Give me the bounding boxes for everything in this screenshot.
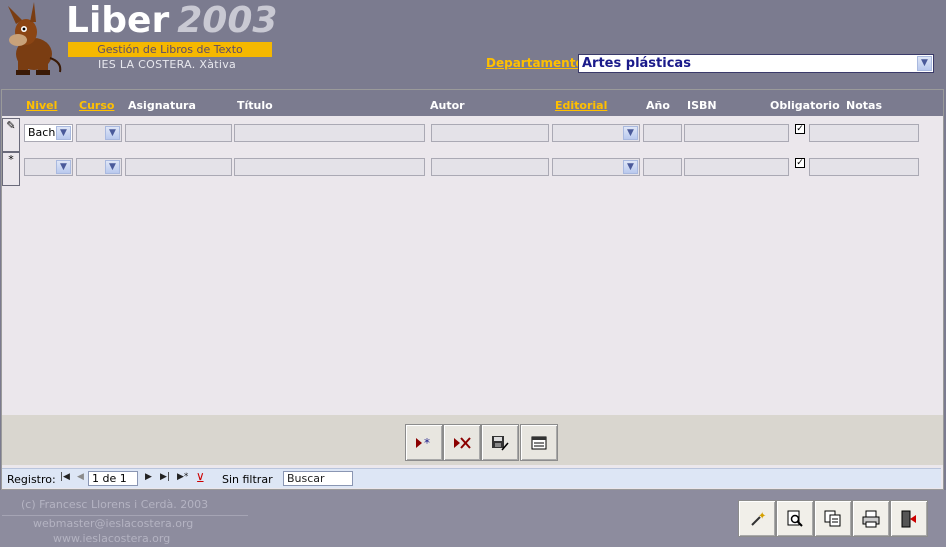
previous-record-icon[interactable]: ◀ <box>77 472 84 482</box>
column-header-asignatura: Asignatura <box>128 99 196 112</box>
save-record-icon <box>492 435 509 450</box>
new-record-nav-icon[interactable]: ▶* <box>177 472 188 482</box>
chevron-down-icon[interactable]: ▼ <box>105 160 120 174</box>
filter-status[interactable]: Sin filtrar <box>222 473 273 486</box>
wizard-button[interactable]: ✦ <box>738 500 776 537</box>
app-year: 2003 <box>177 0 278 41</box>
footer-divider <box>2 515 248 516</box>
asignatura-field[interactable] <box>125 124 232 142</box>
chevron-down-icon[interactable]: ▼ <box>917 56 932 71</box>
row-selector-new[interactable]: * <box>2 152 20 186</box>
app-subtitle: Gestión de Libros de Texto <box>68 42 272 57</box>
titulo-field[interactable] <box>234 124 425 142</box>
column-header-notas: Notas <box>846 99 882 112</box>
pencil-icon: ✎ <box>6 119 16 132</box>
app-title: Liber 2003 <box>66 0 277 42</box>
editorial-combo[interactable]: ▼ <box>552 124 640 142</box>
copy-report-icon <box>824 510 841 526</box>
chevron-down-icon[interactable]: ▼ <box>623 160 638 174</box>
exit-icon <box>901 510 916 527</box>
exit-button[interactable] <box>890 500 928 537</box>
department-value: Artes plásticas <box>582 56 691 71</box>
record-label: Registro: <box>7 473 56 486</box>
form-view-button[interactable] <box>520 424 558 461</box>
anio-field[interactable] <box>643 124 682 142</box>
next-record-icon[interactable]: ▶ <box>145 472 152 482</box>
notas-field[interactable] <box>809 158 919 176</box>
column-header-isbn: ISBN <box>687 99 717 112</box>
column-header-autor: Autor <box>430 99 465 112</box>
nivel-combo[interactable]: ▼ <box>24 158 73 176</box>
editorial-combo[interactable]: ▼ <box>552 158 640 176</box>
column-header-anio: Año <box>646 99 670 112</box>
curso-combo[interactable]: ▼ <box>76 124 122 142</box>
column-header-titulo: Título <box>237 99 273 112</box>
notas-field[interactable] <box>809 124 919 142</box>
column-header-obligatorio: Obligatorio <box>770 99 840 112</box>
obligatorio-checkbox[interactable]: ✓ <box>795 158 805 168</box>
first-record-icon[interactable]: |◀ <box>60 472 70 482</box>
filter-icon[interactable]: ⊻ <box>196 471 205 485</box>
column-header-nivel[interactable]: Nivel <box>26 99 57 112</box>
column-header-editorial[interactable]: Editorial <box>555 99 607 112</box>
svg-text:✦: ✦ <box>758 511 766 522</box>
chevron-down-icon[interactable]: ▼ <box>105 126 120 140</box>
chevron-down-icon[interactable]: ▼ <box>56 126 71 140</box>
department-select[interactable]: Artes plásticas ▼ <box>578 54 934 73</box>
school-name: IES LA COSTERA. Xàtiva <box>98 58 237 71</box>
print-preview-icon <box>787 510 803 527</box>
webmaster-email[interactable]: webmaster@ieslacostera.org <box>33 517 193 530</box>
search-input[interactable]: Buscar <box>283 471 353 486</box>
nivel-value: Bach <box>28 126 56 139</box>
chevron-down-icon[interactable]: ▼ <box>623 126 638 140</box>
copy-report-button[interactable] <box>814 500 852 537</box>
anio-field[interactable] <box>643 158 682 176</box>
delete-record-icon <box>454 436 471 449</box>
wizard-icon: ✦ <box>751 511 766 526</box>
autor-field[interactable] <box>431 124 549 142</box>
form-view-icon <box>531 436 547 449</box>
asterisk-icon: * <box>8 153 14 166</box>
autor-field[interactable] <box>431 158 549 176</box>
last-record-icon[interactable]: ▶| <box>160 472 170 482</box>
column-header-curso[interactable]: Curso <box>79 99 114 112</box>
new-record-icon: * <box>416 436 430 450</box>
curso-combo[interactable]: ▼ <box>76 158 122 176</box>
record-navigation-bar: Registro: |◀ ◀ 1 de 1 ▶ ▶| ▶* ⊻ Sin filt… <box>2 468 941 488</box>
delete-record-button[interactable] <box>443 424 481 461</box>
copyright-text: (c) Francesc Llorens i Cerdà. 2003 <box>21 498 209 511</box>
print-button[interactable] <box>852 500 890 537</box>
department-label[interactable]: Departamento <box>486 56 584 70</box>
record-position[interactable]: 1 de 1 <box>88 471 138 486</box>
isbn-field[interactable] <box>684 158 789 176</box>
svg-text:*: * <box>424 436 430 450</box>
asignatura-field[interactable] <box>125 158 232 176</box>
isbn-field[interactable] <box>684 124 789 142</box>
print-preview-button[interactable] <box>776 500 814 537</box>
nivel-combo[interactable]: Bach ▼ <box>24 124 73 142</box>
obligatorio-checkbox[interactable]: ✓ <box>795 124 805 134</box>
website-link[interactable]: www.ieslacostera.org <box>53 532 170 545</box>
row-selector-current[interactable]: ✎ <box>2 118 20 152</box>
donkey-logo <box>8 2 62 75</box>
app-name: Liber <box>66 0 170 41</box>
chevron-down-icon[interactable]: ▼ <box>56 160 71 174</box>
print-icon <box>862 510 880 527</box>
titulo-field[interactable] <box>234 158 425 176</box>
new-record-button[interactable]: * <box>405 424 443 461</box>
save-record-button[interactable] <box>481 424 519 461</box>
